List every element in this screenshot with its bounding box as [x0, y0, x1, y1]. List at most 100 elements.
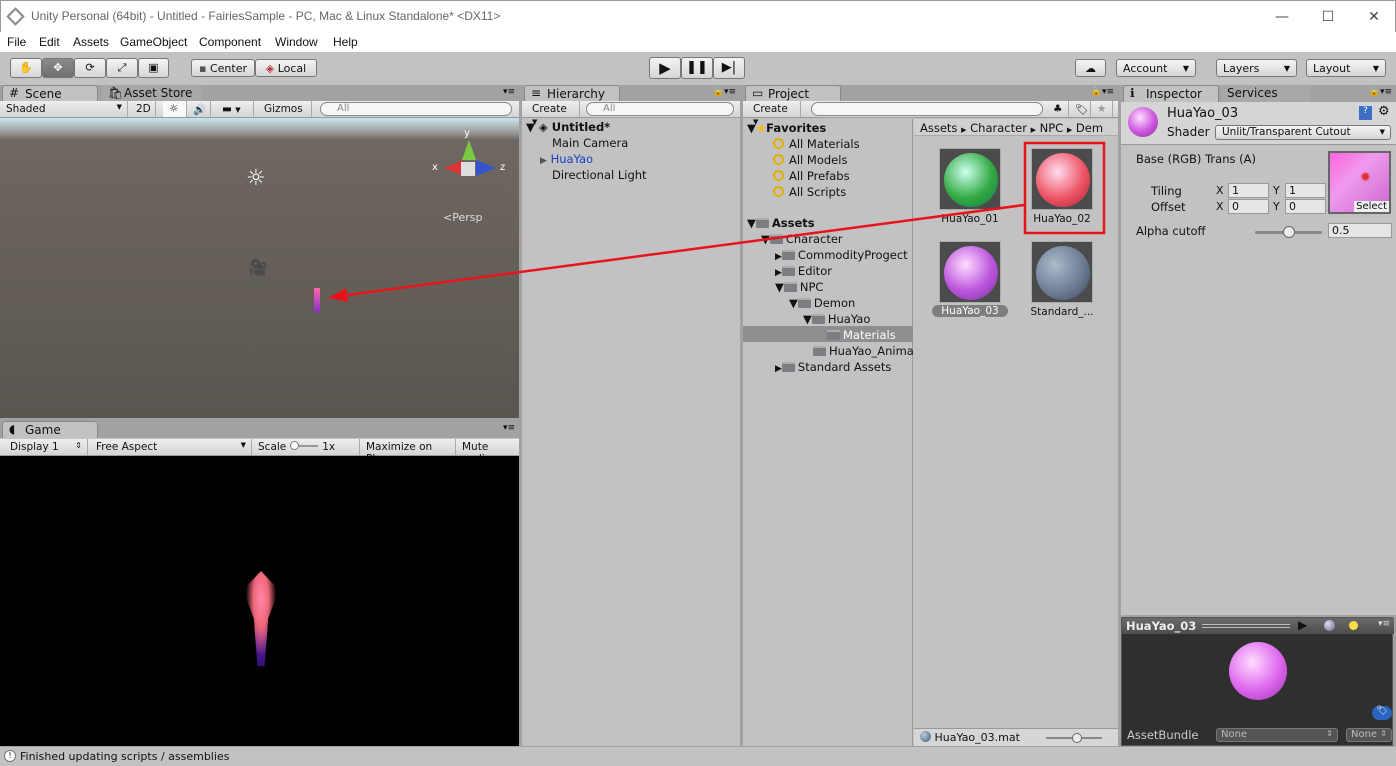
hierarchy-item[interactable]: ▶ HuaYao [540, 152, 593, 166]
gizmos-dropdown[interactable]: Gizmos ▼ [258, 101, 312, 126]
lock-icon[interactable]: 🔒▾≡ [1369, 87, 1392, 97]
pause-button[interactable]: ❚❚ [681, 57, 713, 79]
scale-slider[interactable]: Scale 1x [252, 439, 360, 455]
pivot-local-button[interactable]: ◈ Local [255, 59, 317, 77]
hierarchy-search-input[interactable]: All [586, 102, 734, 116]
menu-assets[interactable]: Assets [73, 35, 109, 49]
sphere-icon[interactable] [1324, 620, 1335, 631]
menu-window[interactable]: Window [275, 35, 318, 49]
slider-thumb[interactable] [1282, 226, 1295, 238]
lighting-toggle[interactable]: ☼ [163, 101, 187, 117]
offset-y-field[interactable]: 0 [1285, 199, 1326, 214]
folder-item[interactable]: ▼ Demon [789, 296, 855, 310]
tab-services[interactable]: Services [1221, 85, 1311, 102]
filter-label-button[interactable]: 🏷 [1069, 101, 1091, 117]
drag-handle[interactable] [1202, 624, 1290, 628]
layout-dropdown[interactable]: Layout ▼ [1306, 59, 1386, 77]
maximize-on-play-toggle[interactable]: Maximize on Play [360, 439, 456, 465]
asset-label[interactable]: Standard_... [1017, 306, 1107, 318]
folder-item[interactable]: ▼ Character [761, 232, 843, 246]
display-dropdown[interactable]: Display 1 ⇕ [4, 439, 88, 455]
material-thumbnail[interactable] [1031, 241, 1093, 303]
maximize-button[interactable]: ☐ [1305, 5, 1351, 29]
material-thumbnail[interactable] [939, 148, 1001, 210]
audio-toggle[interactable]: 🔊 [187, 101, 211, 117]
tab-scene[interactable]: # Scene [2, 85, 98, 102]
2d-toggle[interactable]: 2D [130, 101, 156, 117]
tab-project[interactable]: ▭ Project [745, 85, 841, 102]
assetbundle-dropdown[interactable]: None ⇕ [1216, 728, 1338, 742]
asset-label[interactable]: HuaYao_02 [1017, 213, 1107, 225]
tab-inspector[interactable]: ℹ Inspector [1123, 85, 1219, 102]
panel-menu-icon[interactable]: ▾≡ [1378, 619, 1390, 629]
light-icon[interactable] [1349, 621, 1358, 630]
move-tool-button[interactable]: ✥ [42, 58, 74, 78]
asset-label-selected[interactable]: HuaYao_03 [932, 305, 1008, 317]
character-model[interactable] [314, 288, 320, 312]
assets-folder[interactable]: ▼ Assets [747, 216, 815, 230]
tag-icon[interactable]: 🏷 [1372, 706, 1392, 720]
help-book-icon[interactable]: ? [1359, 106, 1372, 120]
favorite-item[interactable]: All Materials [773, 137, 860, 151]
scene-viewport[interactable]: ☼ 🎥 y x z <Persp [0, 118, 519, 418]
favorite-item[interactable]: All Models [773, 153, 847, 167]
mute-audio-toggle[interactable]: Mute audio [456, 439, 519, 465]
alpha-cutoff-field[interactable]: 0.5 [1328, 223, 1392, 238]
scene-root[interactable]: ▼ ◈ Untitled* [526, 120, 610, 134]
alpha-cutoff-slider[interactable] [1255, 226, 1322, 238]
close-button[interactable]: ✕ [1351, 5, 1396, 29]
aspect-dropdown[interactable]: Free Aspect ▼ [90, 439, 252, 455]
effects-dropdown[interactable]: ▬ ▼ [216, 101, 254, 117]
minimize-button[interactable]: — [1259, 5, 1305, 29]
favorite-item[interactable]: All Prefabs [773, 169, 850, 183]
shading-dropdown[interactable]: Shaded ▼ [0, 101, 128, 117]
game-viewport[interactable] [0, 456, 519, 746]
rect-tool-button[interactable]: ▣ [138, 58, 169, 78]
material-preview-sphere[interactable] [1229, 642, 1287, 700]
panel-menu-icon[interactable]: ▾≡ [503, 423, 515, 433]
offset-x-field[interactable]: 0 [1228, 199, 1269, 214]
scene-gizmo[interactable]: y x z [432, 128, 506, 204]
tab-hierarchy[interactable]: ≡ Hierarchy [524, 85, 620, 102]
folder-item[interactable]: ▶ Editor [775, 264, 832, 278]
menu-help[interactable]: Help [333, 35, 358, 49]
folder-item[interactable]: ▶ Standard Assets [775, 360, 891, 374]
favorite-item[interactable]: All Scripts [773, 185, 846, 199]
step-button[interactable]: ▶| [713, 57, 745, 79]
material-thumbnail[interactable] [1031, 148, 1093, 210]
create-dropdown[interactable]: Create ▼ [526, 101, 580, 126]
hierarchy-item[interactable]: Main Camera [552, 136, 628, 150]
material-thumbnail-selected[interactable] [939, 241, 1001, 303]
menu-gameobject[interactable]: GameObject [120, 35, 187, 49]
project-search-input[interactable] [811, 102, 1043, 116]
play-button[interactable]: ▶ [649, 57, 681, 79]
shader-dropdown[interactable]: Unlit/Transparent Cutout ▼ [1215, 125, 1391, 140]
scene-search-input[interactable]: All [320, 102, 512, 116]
panel-menu-icon[interactable]: ▾≡ [503, 87, 515, 97]
tab-game[interactable]: ◖ Game [2, 421, 98, 438]
tiling-y-field[interactable]: 1 [1285, 183, 1326, 198]
favorite-button[interactable]: ★ [1091, 101, 1113, 117]
lock-icon[interactable]: 🔒▾≡ [1091, 87, 1114, 97]
rotate-tool-button[interactable]: ⟳ [74, 58, 106, 78]
lock-icon[interactable]: 🔒▾≡ [713, 87, 736, 97]
hand-tool-button[interactable]: ✋ [10, 58, 42, 78]
folder-item[interactable]: ▶ CommodityProgect [775, 248, 908, 262]
variant-dropdown[interactable]: None ⇕ [1346, 728, 1392, 742]
favorites-folder[interactable]: ▼★Favorites [747, 121, 826, 135]
menu-edit[interactable]: Edit [39, 35, 60, 49]
account-dropdown[interactable]: Account ▼ [1116, 59, 1196, 77]
scale-tool-button[interactable]: ⤢ [106, 58, 138, 78]
folder-item-selected[interactable]: Materials [827, 328, 896, 342]
menu-component[interactable]: Component [199, 35, 261, 49]
folder-item[interactable]: ▼ NPC [775, 280, 823, 294]
menu-file[interactable]: File [7, 35, 26, 49]
projection-label[interactable]: <Persp [443, 211, 482, 224]
texture-slot[interactable]: Select [1328, 151, 1391, 214]
gear-icon[interactable]: ⚙ [1378, 104, 1390, 119]
hierarchy-item[interactable]: Directional Light [552, 168, 647, 182]
folder-item[interactable]: ▼ HuaYao [803, 312, 870, 326]
tab-asset-store[interactable]: 🛍 Asset Store [102, 85, 202, 102]
cloud-button[interactable]: ☁ [1075, 59, 1106, 77]
layers-dropdown[interactable]: Layers ▼ [1216, 59, 1297, 77]
